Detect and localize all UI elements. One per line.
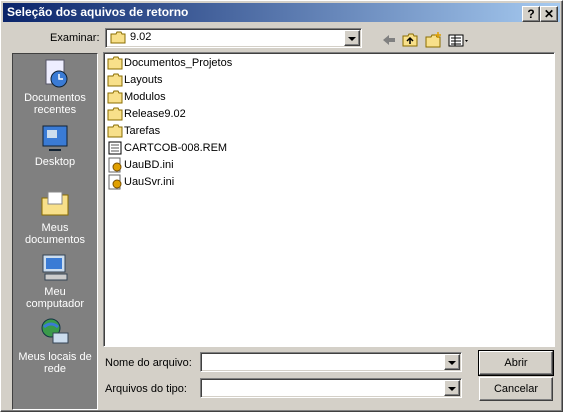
- chevron-down-icon[interactable]: [444, 354, 460, 370]
- network-places-icon: [41, 318, 69, 344]
- place-label-l1: Meu: [44, 286, 66, 298]
- file-name: CARTCOB-008.REM: [124, 142, 228, 154]
- lookin-dropdown[interactable]: 9.02: [105, 28, 362, 48]
- filetype-label: Arquivos do tipo:: [105, 383, 187, 395]
- filetype-select[interactable]: [200, 378, 462, 398]
- folder-icon: [107, 124, 123, 138]
- cancel-button[interactable]: Cancelar: [479, 377, 553, 401]
- filename-label: Nome do arquivo:: [105, 357, 192, 369]
- file-name: UauBD.ini: [124, 159, 174, 171]
- lookin-value: 9.02: [130, 31, 152, 43]
- file-name: Release9.02: [124, 108, 186, 120]
- place-label-l1: Meus locais de: [18, 351, 92, 363]
- desktop-icon: [42, 125, 68, 151]
- place-label-l2: documentos: [25, 234, 85, 246]
- place-desktop[interactable]: Desktop: [13, 122, 97, 168]
- up-folder-icon[interactable]: [401, 31, 419, 49]
- lookin-label: Examinar:: [50, 32, 100, 44]
- place-recent-documents[interactable]: Documentos recentes: [13, 58, 97, 116]
- place-network[interactable]: Meus locais de rede: [13, 317, 97, 375]
- place-label-l1: Desktop: [34, 156, 76, 168]
- place-label-l2: computador: [25, 298, 85, 310]
- file-name: UauSvr.ini: [124, 176, 175, 188]
- place-label-l1: Meus: [41, 222, 69, 234]
- window-title: Seleção dos aquivos de retorno: [7, 5, 189, 19]
- my-computer-icon: [42, 254, 68, 281]
- my-documents-icon: [41, 191, 69, 216]
- file-name: Layouts: [124, 74, 163, 86]
- chevron-down-icon[interactable]: [444, 380, 460, 396]
- file-name: Modulos: [124, 91, 166, 103]
- title-bar[interactable]: Seleção dos aquivos de retorno ? ✕: [3, 3, 560, 22]
- folder-icon: [107, 73, 123, 87]
- recent-documents-icon: [45, 59, 68, 88]
- place-my-documents[interactable]: Meus documentos: [13, 188, 97, 246]
- ini-file-icon: [108, 157, 122, 173]
- chevron-down-icon[interactable]: [344, 30, 360, 46]
- new-folder-icon[interactable]: [424, 31, 442, 49]
- close-button[interactable]: ✕: [540, 6, 558, 22]
- filename-input[interactable]: [200, 352, 462, 372]
- file-name: Documentos_Projetos: [124, 57, 233, 69]
- place-label-l2: rede: [43, 363, 67, 375]
- file-open-dialog: Seleção dos aquivos de retorno ? ✕ Exami…: [0, 0, 563, 412]
- file-icon: [108, 141, 122, 155]
- place-my-computer[interactable]: Meu computador: [13, 252, 97, 310]
- file-list[interactable]: Documentos_Projetos Layouts Modulos Rele…: [103, 52, 555, 347]
- folder-icon: [107, 107, 123, 121]
- file-name: Tarefas: [124, 125, 161, 137]
- ini-file-icon: [108, 174, 122, 190]
- open-button[interactable]: Abrir: [478, 350, 554, 376]
- folder-icon: [107, 56, 123, 70]
- place-label-l1: Documentos: [24, 92, 86, 104]
- places-bar: Documentos recentes Desktop Meus documen…: [12, 53, 98, 410]
- folder-icon: [110, 31, 126, 44]
- place-label-l2: recentes: [33, 104, 77, 116]
- view-menu-icon[interactable]: [447, 31, 471, 49]
- back-icon[interactable]: [380, 31, 398, 49]
- folder-icon: [107, 90, 123, 104]
- help-button[interactable]: ?: [522, 6, 540, 22]
